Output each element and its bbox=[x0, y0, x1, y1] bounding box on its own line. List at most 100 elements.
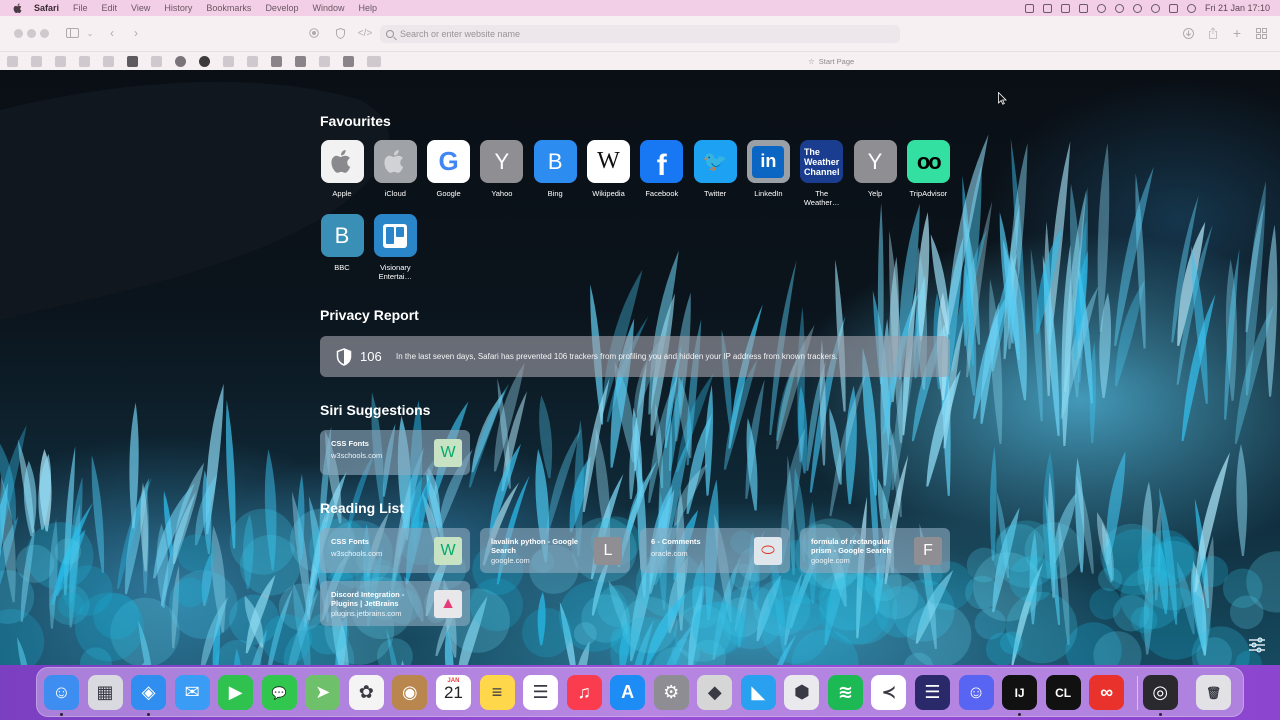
menu-history[interactable]: History bbox=[164, 3, 192, 13]
favourite-twitter[interactable]: 🐦 Twitter bbox=[690, 140, 740, 198]
favourite-apple[interactable]: Apple bbox=[317, 140, 367, 198]
apple-menu-icon[interactable] bbox=[12, 2, 24, 14]
address-bar[interactable] bbox=[380, 25, 900, 43]
bookmark-favicon-icon[interactable] bbox=[247, 55, 258, 67]
favourite-google[interactable]: G Google bbox=[424, 140, 474, 198]
downloads-icon[interactable] bbox=[1182, 26, 1194, 40]
bookmark-favicon-icon[interactable] bbox=[127, 55, 138, 67]
reading-list-card[interactable]: lavalink python - Google Search google.co… bbox=[480, 528, 630, 573]
bookmark-favicon-icon[interactable] bbox=[151, 55, 162, 67]
facetime-icon[interactable]: ▶ bbox=[218, 675, 254, 710]
share-icon[interactable] bbox=[1207, 26, 1219, 40]
bookmark-favicon-icon[interactable] bbox=[103, 55, 114, 67]
forward-button[interactable]: › bbox=[130, 26, 142, 40]
control-center-icon[interactable] bbox=[1168, 3, 1178, 13]
reminders-icon[interactable]: ☰ bbox=[523, 675, 559, 710]
app-menu-safari[interactable]: Safari bbox=[34, 3, 59, 13]
chevron-down-icon[interactable]: ⌄ bbox=[86, 26, 94, 40]
address-input[interactable] bbox=[400, 29, 880, 39]
favourite-facebook[interactable]: f Facebook bbox=[637, 140, 687, 198]
menu-bookmarks[interactable]: Bookmarks bbox=[206, 3, 251, 13]
bookmark-github-icon[interactable] bbox=[175, 55, 186, 67]
favourite-tripadvisor[interactable]: oo TripAdvisor bbox=[903, 140, 953, 198]
striped-circle-icon[interactable]: ☰ bbox=[915, 675, 950, 710]
vscode-icon[interactable]: ≺ bbox=[871, 675, 907, 710]
spotify-icon[interactable]: ≋ bbox=[827, 675, 863, 710]
zoom-window-button[interactable] bbox=[40, 29, 49, 38]
favourite-visionary-entertai[interactable]: Visionary Entertai… bbox=[370, 214, 420, 281]
siri-suggestion-card[interactable]: CSS Fonts w3schools.com W bbox=[320, 430, 470, 475]
volume-icon[interactable] bbox=[1096, 3, 1106, 13]
reading-list-card[interactable]: Discord Integration - Plugins | JetBrain… bbox=[320, 581, 470, 626]
menu-view[interactable]: View bbox=[131, 3, 150, 13]
calendar-icon[interactable]: JAN 21 bbox=[435, 675, 471, 710]
bookmark-tiktok-icon[interactable] bbox=[319, 55, 330, 67]
contacts-icon[interactable]: ◉ bbox=[392, 675, 428, 710]
sidebar-toggle-icon[interactable] bbox=[65, 26, 79, 40]
bookmark-favicon-icon[interactable] bbox=[79, 55, 90, 67]
customize-start-page-icon[interactable] bbox=[1248, 637, 1266, 653]
privacy-shield-icon[interactable] bbox=[308, 26, 320, 40]
roblox-icon[interactable]: ◆ bbox=[697, 675, 733, 710]
messages-icon[interactable]: 💬 bbox=[261, 675, 297, 710]
favourite-yahoo[interactable]: Y Yahoo bbox=[477, 140, 527, 198]
trash-icon[interactable]: 🗑 bbox=[1196, 675, 1232, 710]
bluetooth-icon[interactable] bbox=[1060, 3, 1070, 13]
favourite-the-weather[interactable]: The Weather Channel The Weather… bbox=[797, 140, 847, 207]
music-icon[interactable]: ♫ bbox=[566, 675, 602, 710]
favourite-bbc[interactable]: B BBC bbox=[317, 214, 367, 272]
app-store-icon[interactable]: A bbox=[610, 675, 646, 710]
battery-icon[interactable] bbox=[1024, 3, 1034, 13]
menu-file[interactable]: File bbox=[73, 3, 88, 13]
photos-icon[interactable]: ✿ bbox=[348, 675, 384, 710]
menu-edit[interactable]: Edit bbox=[102, 3, 118, 13]
discord-icon[interactable]: ☺ bbox=[958, 675, 994, 710]
favourite-icloud[interactable]: iCloud bbox=[370, 140, 420, 198]
reading-list-card[interactable]: CSS Fonts w3schools.com W bbox=[320, 528, 470, 573]
menu-help[interactable]: Help bbox=[358, 3, 377, 13]
reading-list-card[interactable]: 6 - Comments oracle.com ⬭ bbox=[640, 528, 790, 573]
close-window-button[interactable] bbox=[14, 29, 23, 38]
privacy-report-card[interactable]: 106 In the last seven days, Safari has p… bbox=[320, 336, 950, 377]
user-icon[interactable] bbox=[1132, 3, 1142, 13]
favourite-linkedin[interactable]: in LinkedIn bbox=[743, 140, 793, 198]
notes-icon[interactable]: ≡ bbox=[479, 675, 515, 710]
clion-icon[interactable]: CL bbox=[1045, 675, 1081, 710]
launchpad-icon[interactable]: ▦ bbox=[87, 675, 123, 710]
minimize-window-button[interactable] bbox=[27, 29, 36, 38]
wifi-icon[interactable] bbox=[1114, 3, 1124, 13]
reading-list-card[interactable]: formula of rectangular prism - Google Se… bbox=[800, 528, 950, 573]
screen-record-icon[interactable] bbox=[1042, 3, 1052, 13]
active-tab[interactable]: ☆ Start Page bbox=[808, 52, 854, 71]
menu-clock[interactable]: Fri 21 Jan 17:10 bbox=[1205, 3, 1270, 13]
bookmark-youtube-icon[interactable] bbox=[343, 55, 354, 67]
new-tab-icon[interactable]: + bbox=[1231, 25, 1243, 41]
mail-icon[interactable]: ✉ bbox=[174, 675, 210, 710]
finder-icon[interactable]: ☺ bbox=[44, 675, 79, 710]
favourite-yelp[interactable]: Y Yelp bbox=[850, 140, 900, 198]
favourite-wikipedia[interactable]: W Wikipedia bbox=[584, 140, 634, 198]
bookmark-youtube-icon[interactable] bbox=[271, 55, 282, 67]
spotlight-search-icon[interactable] bbox=[1150, 3, 1160, 13]
safari-icon[interactable]: ◈ bbox=[131, 675, 167, 710]
shield-icon[interactable] bbox=[334, 26, 346, 40]
intellij-icon[interactable]: IJ bbox=[1002, 675, 1038, 710]
bookmark-favicon-icon[interactable] bbox=[31, 55, 42, 67]
bookmark-favicon-icon[interactable] bbox=[199, 55, 210, 67]
tab-overview-icon[interactable] bbox=[1255, 26, 1267, 40]
menu-window[interactable]: Window bbox=[312, 3, 344, 13]
bookmark-gmail-icon[interactable] bbox=[55, 55, 66, 67]
bookmark-apple-icon[interactable] bbox=[223, 55, 234, 67]
bookmark-more-icon[interactable] bbox=[367, 55, 381, 67]
bookmark-youtube-icon[interactable] bbox=[295, 55, 306, 67]
siri-icon[interactable] bbox=[1186, 3, 1196, 13]
menu-develop[interactable]: Develop bbox=[265, 3, 298, 13]
cube-icon[interactable]: ⬢ bbox=[784, 675, 820, 710]
maps-icon[interactable]: ➤ bbox=[305, 675, 341, 710]
favourite-bing[interactable]: B Bing bbox=[530, 140, 580, 198]
obs-icon[interactable]: ◎ bbox=[1142, 675, 1178, 710]
creative-cloud-icon[interactable]: ∞ bbox=[1089, 675, 1125, 710]
keyboard-icon[interactable] bbox=[1078, 3, 1088, 13]
back-button[interactable]: ‹ bbox=[106, 26, 118, 40]
system-preferences-icon[interactable]: ⚙ bbox=[653, 675, 689, 710]
